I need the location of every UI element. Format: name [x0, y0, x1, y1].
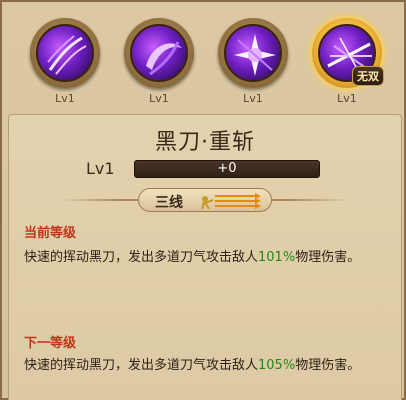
skill-row: Lv1 Lv1 Lv1 无双 Lv1 [2, 2, 406, 112]
exp-bar: +0 [134, 160, 320, 178]
desc-text: 物理伤害。 [295, 250, 361, 265]
desc-text: 物理伤害。 [295, 358, 361, 373]
skill-title: 黑刀·重斩 [155, 130, 255, 155]
skill-slot-2[interactable]: Lv1 [124, 18, 194, 108]
next-level-heading: 下一等级 [24, 336, 77, 351]
crescent-slash-icon [130, 24, 188, 82]
claw-slash-icon [36, 24, 94, 82]
exp-bar-text: +0 [217, 161, 237, 176]
level-label: Lv1 [86, 159, 115, 178]
current-level-desc: 快速的挥动黑刀，发出多道刀气攻击敌人101%物理伤害。 [24, 248, 388, 268]
desc-text: 快速的挥动黑刀，发出多道刀气攻击敌人 [24, 250, 259, 265]
damage-percent: 101% [258, 250, 296, 265]
skill-level: Lv1 [243, 92, 263, 105]
next-level-desc: 快速的挥动黑刀，发出多道刀气攻击敌人105%物理伤害。 [24, 356, 388, 376]
skill-panel: Lv1 Lv1 Lv1 无双 Lv1 黑刀·重斩 Lv1 +0 三线 当前等级 … [0, 0, 406, 400]
range-badge: 三线 [138, 188, 272, 212]
skill-slot-1[interactable]: Lv1 [30, 18, 100, 108]
unique-badge: 无双 [352, 66, 384, 86]
skill-level: Lv1 [337, 92, 357, 105]
skill-slot-3[interactable]: Lv1 [218, 18, 288, 108]
desc-text: 快速的挥动黑刀，发出多道刀气攻击敌人 [24, 358, 259, 373]
skill-level: Lv1 [55, 92, 75, 105]
damage-percent: 105% [258, 358, 296, 373]
skill-slot-4[interactable]: 无双 Lv1 [312, 18, 384, 108]
current-level-heading: 当前等级 [24, 226, 77, 241]
star-burst-icon [224, 24, 282, 82]
triple-arrow-icon [201, 193, 261, 210]
range-label: 三线 [155, 195, 183, 211]
skill-level: Lv1 [149, 92, 169, 105]
